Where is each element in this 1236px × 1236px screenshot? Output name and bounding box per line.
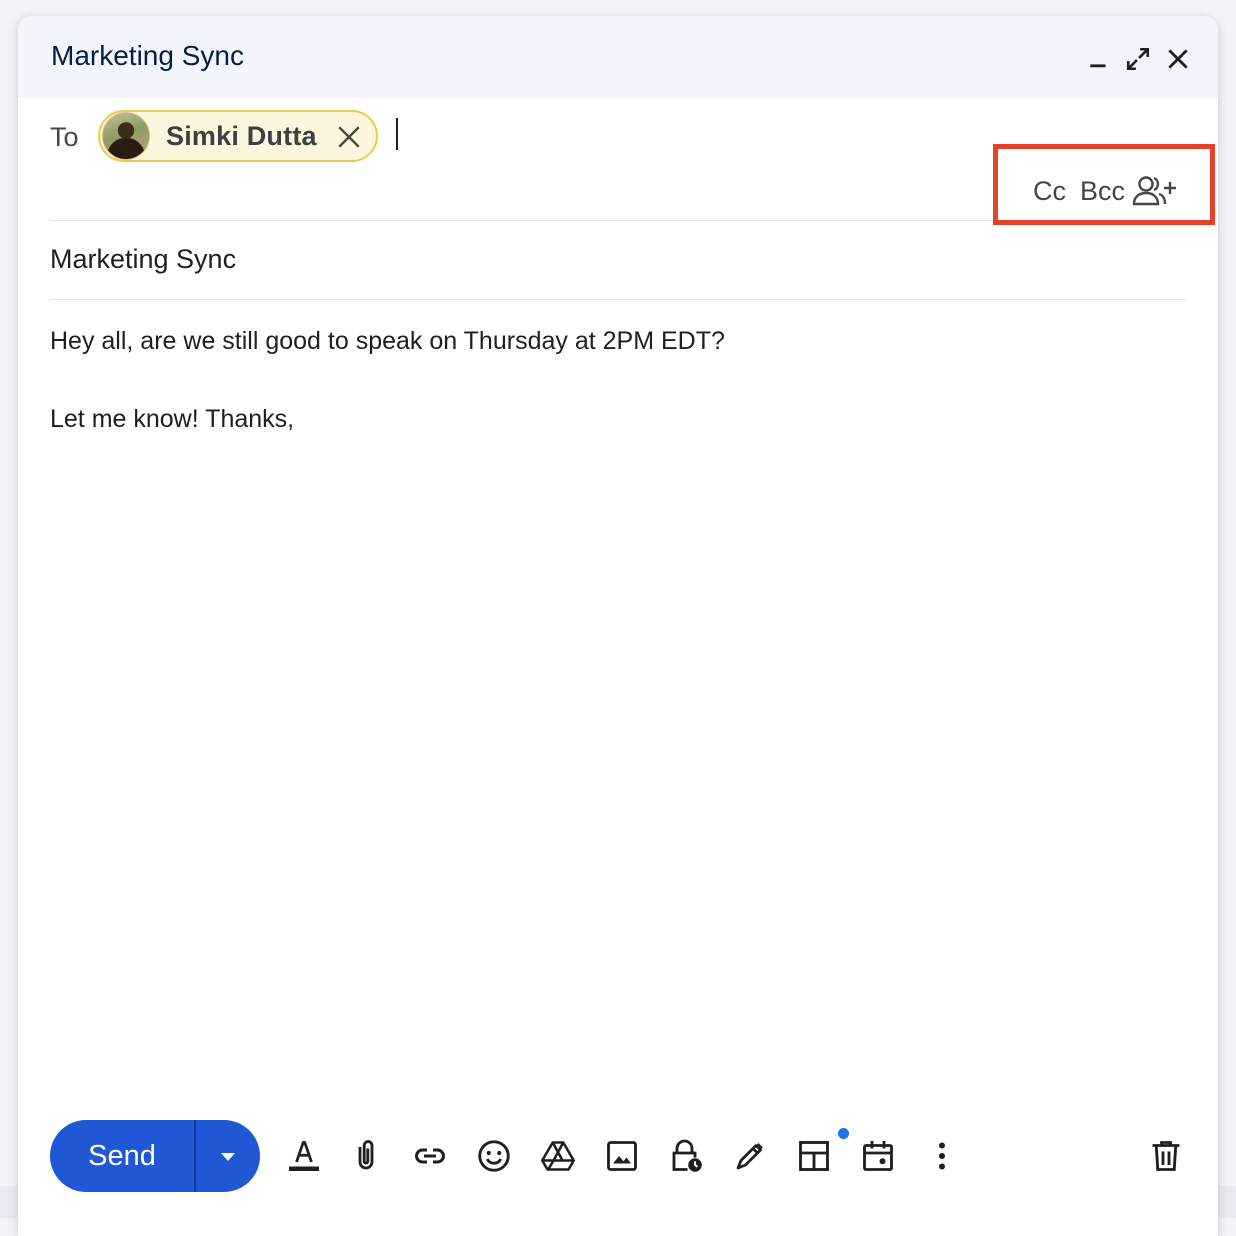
body-line: Hey all, are we still good to speak on T… — [50, 327, 725, 355]
compose-window: Marketing Sync To Simki Dutta Cc Bcc Mar… — [18, 16, 1218, 1236]
schedule-button[interactable] — [858, 1136, 898, 1176]
drive-button[interactable] — [538, 1136, 578, 1176]
emoji-button[interactable] — [474, 1136, 514, 1176]
compose-title: Marketing Sync — [51, 40, 244, 71]
send-button[interactable]: Send — [50, 1120, 194, 1192]
confidential-mode-icon — [672, 1139, 702, 1172]
minimize-button[interactable] — [1082, 42, 1116, 76]
layouts-icon — [799, 1141, 829, 1171]
drive-icon — [540, 1141, 576, 1171]
confidential-mode-button[interactable] — [666, 1136, 706, 1176]
formatting-icon — [289, 1141, 319, 1171]
more-options-icon — [939, 1142, 945, 1170]
recipient-chip[interactable]: Simki Dutta — [98, 110, 378, 162]
more-options-button[interactable] — [922, 1136, 962, 1176]
body-line: Let me know! Thanks, — [50, 405, 295, 433]
layouts-button[interactable] — [794, 1136, 834, 1176]
open-in-full-icon — [1126, 47, 1150, 71]
text-cursor — [396, 118, 398, 150]
attach-icon — [358, 1140, 374, 1170]
message-body[interactable]: Hey all, are we still good to speak on T… — [50, 322, 1186, 478]
attach-button[interactable] — [346, 1136, 386, 1176]
new-feature-dot — [838, 1128, 849, 1139]
discard-draft-button[interactable] — [1146, 1136, 1186, 1176]
discard-icon — [1152, 1141, 1180, 1171]
send-options-button[interactable] — [196, 1120, 260, 1192]
schedule-icon — [863, 1141, 893, 1171]
compose-header: Marketing Sync — [18, 16, 1218, 98]
signature-icon — [736, 1143, 763, 1170]
remove-recipient-icon[interactable] — [336, 124, 362, 150]
subject-field[interactable]: Marketing Sync — [50, 236, 1186, 300]
bcc-button[interactable]: Bcc — [1080, 176, 1125, 207]
to-label: To — [50, 122, 79, 152]
cc-button[interactable]: Cc — [1033, 176, 1066, 207]
expand-button[interactable] — [1121, 42, 1155, 76]
formatting-button[interactable] — [284, 1136, 324, 1176]
close-button[interactable] — [1161, 42, 1195, 76]
dropdown-arrow-icon — [221, 1153, 235, 1161]
photo-icon — [607, 1141, 637, 1171]
compose-toolbar: Send — [18, 1120, 1218, 1192]
send-button-group: Send — [50, 1120, 260, 1192]
signature-button[interactable] — [730, 1136, 770, 1176]
emoji-icon — [478, 1140, 510, 1172]
insert-photo-button[interactable] — [602, 1136, 642, 1176]
add-recipients-icon[interactable] — [1132, 174, 1176, 208]
avatar — [102, 112, 150, 160]
insert-link-button[interactable] — [410, 1136, 450, 1176]
minimize-icon — [1090, 64, 1106, 68]
recipient-name: Simki Dutta — [166, 120, 317, 151]
close-icon — [1168, 49, 1188, 69]
link-icon — [415, 1148, 445, 1164]
